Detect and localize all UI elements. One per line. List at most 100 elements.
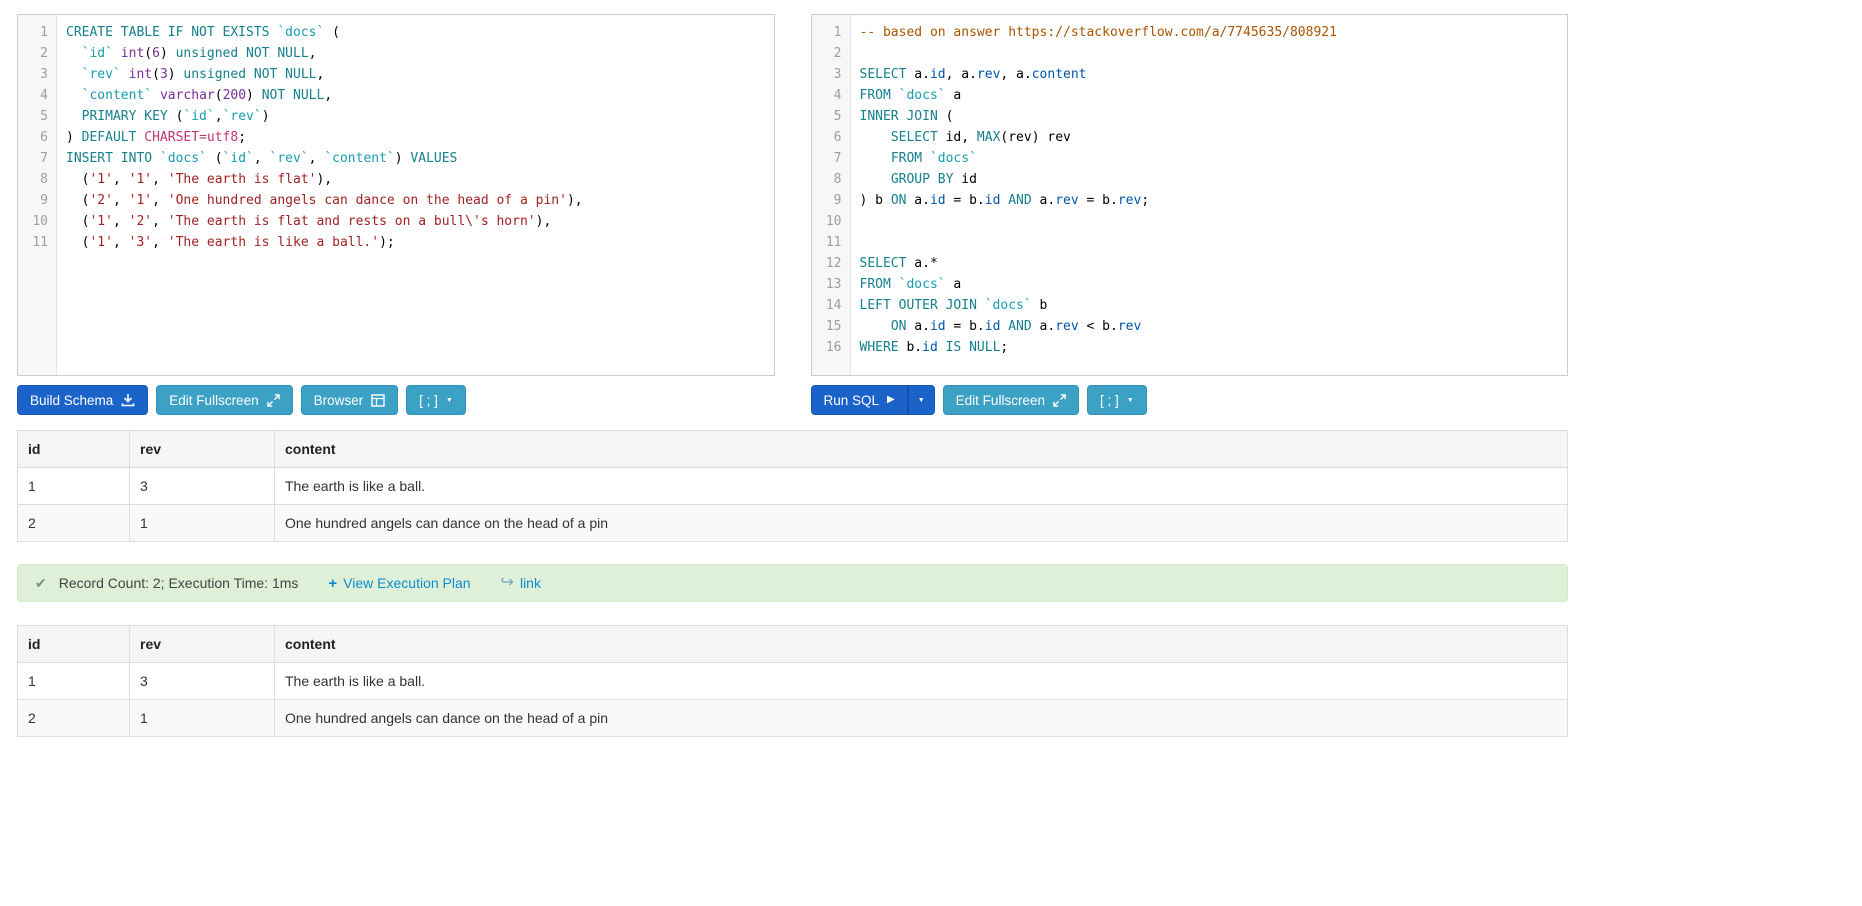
code-token: ON <box>890 319 907 334</box>
code-token: ( <box>66 235 90 250</box>
code-line[interactable]: 8 GROUP BY id <box>812 169 1568 190</box>
code-token: a.* <box>906 256 938 271</box>
result-row: 2 1 One hundred angels can dance on the he… <box>17 504 1568 542</box>
code-line[interactable]: 10 <box>812 211 1568 232</box>
code-token: ) <box>66 130 82 145</box>
code-line[interactable]: 10 ('1', '2', 'The earth is flat and res… <box>18 211 774 232</box>
code-token: , <box>152 214 168 229</box>
code-line[interactable]: 6 SELECT id, MAX(rev) rev <box>812 127 1568 148</box>
code-token: `rev` <box>81 67 121 82</box>
code-line[interactable]: 12 SELECT a.* <box>812 253 1568 274</box>
code-token: 200 <box>222 88 247 103</box>
result-cell: One hundred angels can dance on the head… <box>274 699 1568 737</box>
code-token: ), <box>316 172 333 187</box>
code-line[interactable]: 5 INNER JOIN ( <box>812 106 1568 127</box>
schema-editor[interactable]: 1 CREATE TABLE IF NOT EXISTS `docs` (2 `i… <box>17 14 775 376</box>
browser-button[interactable]: Browser <box>300 385 399 415</box>
code-token: a <box>945 88 962 103</box>
code-line[interactable]: 5 PRIMARY KEY (`id`,`rev`) <box>18 106 774 127</box>
code-token: ( <box>167 109 184 124</box>
code-token: LEFT OUTER JOIN <box>859 298 985 313</box>
code-line[interactable]: 11 ('1', '3', 'The earth is like a ball.… <box>18 232 774 253</box>
line-number: 6 <box>40 130 48 145</box>
play-icon: ▶ <box>887 394 895 405</box>
code-token: INNER JOIN <box>859 109 938 124</box>
code-token: 3 <box>159 67 168 82</box>
result-cell: 2 <box>17 699 130 737</box>
column-header: rev <box>129 430 275 468</box>
code-line[interactable]: 2 <box>812 43 1568 64</box>
result-cell: 2 <box>17 504 130 542</box>
code-line[interactable]: 9 ('2', '1', 'One hundred angels can dan… <box>18 190 774 211</box>
result-cell: 1 <box>129 504 275 542</box>
edit-fullscreen-label: Edit Fullscreen <box>955 392 1045 408</box>
code-token: '1' <box>128 172 153 187</box>
code-token: PRIMARY KEY <box>81 109 168 124</box>
code-token: '1' <box>89 172 113 187</box>
code-line[interactable]: 7 INSERT INTO `docs` (`id`, `rev`, `conte… <box>18 148 774 169</box>
code-line[interactable]: 13 FROM `docs` a <box>812 274 1568 295</box>
code-token: , <box>152 172 168 187</box>
schema-toolbar: Build Schema Edit Fullscreen Browser [;… <box>17 385 775 415</box>
view-execution-plan-link[interactable]: + View Execution Plan <box>328 575 470 591</box>
code-token: ( <box>66 193 90 208</box>
line-number: 4 <box>40 88 48 103</box>
result-permalink[interactable]: ↪ link <box>501 575 541 592</box>
code-token: ) <box>261 109 270 124</box>
code-token: , <box>112 172 129 187</box>
schema-edit-fullscreen-button[interactable]: Edit Fullscreen <box>156 385 293 415</box>
code-line[interactable]: 4 FROM `docs` a <box>812 85 1568 106</box>
build-schema-button[interactable]: Build Schema <box>17 385 149 415</box>
expand-icon <box>1053 393 1066 407</box>
code-token: ), <box>566 193 583 208</box>
run-sql-dropdown-toggle[interactable]: ▼ <box>907 385 935 415</box>
code-line[interactable]: 16 WHERE b.id IS NULL; <box>812 337 1568 358</box>
line-number: 5 <box>40 109 48 124</box>
code-token: , <box>308 151 325 166</box>
code-line[interactable]: 3 `rev` int(3) unsigned NOT NULL, <box>18 64 774 85</box>
code-token: ) <box>246 88 262 103</box>
query-terminator-dropdown[interactable]: [ ; ] ▼ <box>1086 385 1147 415</box>
line-number: 16 <box>825 340 842 355</box>
code-line[interactable]: 1 -- based on answer https://stackoverflo… <box>812 22 1568 43</box>
code-token: int <box>128 67 153 82</box>
code-token: `id` <box>183 109 215 124</box>
code-token: rev <box>1117 193 1142 208</box>
edit-fullscreen-label: Edit Fullscreen <box>169 392 259 408</box>
line-number: 3 <box>40 67 48 82</box>
download-icon <box>121 393 135 407</box>
line-number: 13 <box>825 277 842 292</box>
result-cell: 1 <box>17 467 130 505</box>
column-header: content <box>274 430 1568 468</box>
code-line[interactable]: 1 CREATE TABLE IF NOT EXISTS `docs` ( <box>18 22 774 43</box>
result-cell: The earth is like a ball. <box>274 662 1568 700</box>
code-line[interactable]: 9) b ON a.id = b.id AND a.rev = b.rev; <box>812 190 1568 211</box>
code-token: VALUES <box>410 151 458 166</box>
code-token: = b. <box>945 193 985 208</box>
result-row: 2 1 One hundred angels can dance on the he… <box>17 699 1568 737</box>
query-toolbar: Run SQL ▶ ▼ Edit Fullscreen [ ; ] ▼ <box>810 385 1569 415</box>
code-token: 'The earth is flat' <box>167 172 317 187</box>
line-number: 2 <box>40 46 48 61</box>
run-sql-button[interactable]: Run SQL ▶ <box>810 385 908 415</box>
code-token: , <box>152 193 168 208</box>
code-line[interactable]: 4 `content` varchar(200) NOT NULL, <box>18 85 774 106</box>
code-token: ( <box>214 88 223 103</box>
code-line[interactable]: 14 LEFT OUTER JOIN `docs` b <box>812 295 1568 316</box>
code-line[interactable]: 2 `id` int(6) unsigned NOT NULL, <box>18 43 774 64</box>
schema-terminator-dropdown[interactable]: [ ; ] ▼ <box>406 385 466 415</box>
code-token: '3' <box>128 235 153 250</box>
header-row: id rev content <box>17 430 1568 468</box>
code-line[interactable]: 7 FROM `docs` <box>812 148 1568 169</box>
code-line[interactable]: 3 SELECT a.id, a.rev, a.content <box>812 64 1568 85</box>
query-edit-fullscreen-button[interactable]: Edit Fullscreen <box>942 385 1079 415</box>
code-line[interactable]: 11 <box>812 232 1568 253</box>
code-line[interactable]: 15 ON a.id = b.id AND a.rev < b.rev <box>812 316 1568 337</box>
query-editor[interactable]: 1 -- based on answer https://stackoverflo… <box>810 14 1568 376</box>
code-line[interactable]: 6) DEFAULT CHARSET=utf8; <box>18 127 774 148</box>
code-token: 'One hundred angels can dance on the hea… <box>167 193 567 208</box>
code-line[interactable]: 8 ('1', '1', 'The earth is flat'), <box>18 169 774 190</box>
